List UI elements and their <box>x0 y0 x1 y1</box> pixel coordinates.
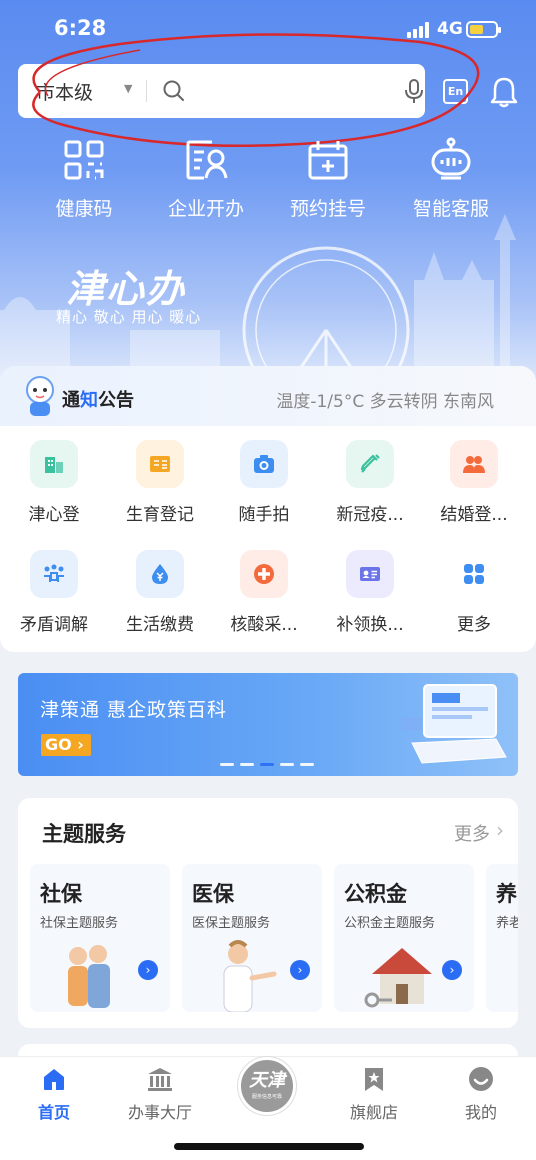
service-item[interactable]: 核酸采... <box>212 550 316 650</box>
user-avatar-icon <box>469 1067 493 1091</box>
certificate-icon <box>136 440 184 488</box>
battery-icon <box>466 21 501 38</box>
banner-title: 津策通 惠企政策百科 <box>40 699 228 721</box>
couple-icon <box>450 440 498 488</box>
notice-title: 通知公告 <box>62 390 134 411</box>
service-label: 结婚登... <box>440 505 508 525</box>
status-time: 6:28 <box>54 16 107 40</box>
home-indicator <box>174 1143 364 1150</box>
policy-banner[interactable]: 津策通 惠企政策百科 GO › <box>18 673 518 776</box>
building-icon <box>30 440 78 488</box>
laptop-illustration <box>402 684 507 764</box>
doctor-illustration <box>223 940 277 1012</box>
brand-logo: 津心办 <box>66 266 187 311</box>
service-item[interactable]: 随手拍 <box>212 440 316 540</box>
service-item[interactable]: 结婚登... <box>422 440 526 540</box>
arrow-right-icon[interactable]: › <box>290 960 310 980</box>
search-icon <box>163 80 184 101</box>
service-label: 随手拍 <box>238 505 290 525</box>
service-item[interactable]: 矛盾调解 <box>2 550 106 650</box>
id-card-icon <box>346 550 394 598</box>
service-label: 新冠疫... <box>336 505 404 525</box>
home-icon <box>44 1069 64 1090</box>
service-item[interactable]: 新冠疫... <box>318 440 422 540</box>
service-item[interactable]: 津心登 <box>2 440 106 540</box>
service-label: 更多 <box>457 615 491 635</box>
more-grid-icon <box>450 550 498 598</box>
payment-icon <box>136 550 184 598</box>
brand-slogan: 精心 敬心 用心 暖心 <box>56 308 202 326</box>
service-label: 津心登 <box>28 505 80 525</box>
tab-flagship-store[interactable]: 旗舰店 <box>329 1065 419 1123</box>
bell-icon[interactable] <box>489 76 519 108</box>
quick-action-health-code[interactable]: 健康码 <box>31 136 137 226</box>
medical-appointment-icon <box>308 141 348 180</box>
tab-profile[interactable]: 我的 <box>436 1065 526 1123</box>
network-type: 4G <box>437 19 463 39</box>
tab-service-hall[interactable]: 办事大厅 <box>115 1065 205 1123</box>
language-switch-button[interactable]: En <box>443 79 468 104</box>
service-item[interactable]: 生育登记 <box>108 440 212 540</box>
section-title: 主题服务 <box>42 822 126 846</box>
theme-card-housing-fund[interactable]: 公积金 公积金主题服务 › <box>334 864 474 1012</box>
service-label: 矛盾调解 <box>20 615 88 635</box>
theme-services-section: 主题服务 更多 › 社保 社保主题服务 › 医保 医保主题服务 › 公积金 公积… <box>18 798 518 1028</box>
quick-action-business-setup[interactable]: 企业开办 <box>153 136 259 226</box>
arrow-right-icon[interactable]: › <box>442 960 462 980</box>
bookmark-star-icon <box>365 1068 383 1091</box>
notice-bar[interactable]: 通知公告 温度-1/5°C 多云转阴 东南风 <box>0 366 536 426</box>
status-bar: 6:28 4G <box>0 0 536 60</box>
quick-action-smart-service[interactable]: 智能客服 <box>398 136 504 226</box>
theme-card-pension[interactable]: 养 养老主题服务 <box>486 864 518 1012</box>
signal-icon <box>407 22 431 38</box>
theme-card-social-security[interactable]: 社保 社保主题服务 › <box>30 864 170 1012</box>
house-key-illustration <box>364 948 432 1008</box>
chevron-right-icon[interactable]: › <box>496 818 504 842</box>
camera-icon <box>240 440 288 488</box>
service-label: 补领换... <box>336 615 404 635</box>
search-divider <box>146 80 147 102</box>
medical-cross-icon <box>240 550 288 598</box>
business-card-icon <box>186 140 228 180</box>
robot-icon <box>431 137 471 180</box>
theme-card-medical-insurance[interactable]: 医保 医保主题服务 › <box>182 864 322 1012</box>
hero-header: 6:28 4G 市本级 ▼ En 健康码 企业开办 预约挂号 智能客服 津心办 … <box>0 0 536 380</box>
microphone-icon[interactable] <box>402 78 426 104</box>
region-selector[interactable]: 市本级 <box>36 78 93 105</box>
service-label: 生活缴费 <box>126 615 194 635</box>
arrow-right-icon[interactable]: › <box>138 960 158 980</box>
banner-go-button[interactable]: GO › <box>41 734 91 756</box>
tab-home[interactable]: 首页 <box>9 1065 99 1123</box>
government-building-icon <box>148 1068 172 1091</box>
caret-down-icon[interactable]: ▼ <box>124 82 132 95</box>
more-link[interactable]: 更多 <box>454 820 490 846</box>
service-label: 核酸采... <box>230 615 298 635</box>
service-label: 生育登记 <box>126 505 194 525</box>
services-panel: 通知公告 温度-1/5°C 多云转阴 东南风 津心登 生育登记 随手拍 新冠疫... 结… <box>0 366 536 652</box>
elderly-couple-illustration <box>68 945 110 1008</box>
weather-info: 温度-1/5°C 多云转阴 东南风 <box>276 392 494 412</box>
search-bar[interactable]: 市本级 ▼ <box>18 64 425 118</box>
tianjin-center-button[interactable]: 天津 服务信息可靠 <box>238 1057 296 1115</box>
mediation-icon <box>30 550 78 598</box>
mascot-icon <box>26 376 54 416</box>
qr-code-icon <box>64 140 104 180</box>
syringe-icon <box>346 440 394 488</box>
service-item[interactable]: 更多 <box>422 550 526 650</box>
service-item[interactable]: 生活缴费 <box>108 550 212 650</box>
service-item[interactable]: 补领换... <box>318 550 422 650</box>
quick-action-appointment[interactable]: 预约挂号 <box>275 136 381 226</box>
